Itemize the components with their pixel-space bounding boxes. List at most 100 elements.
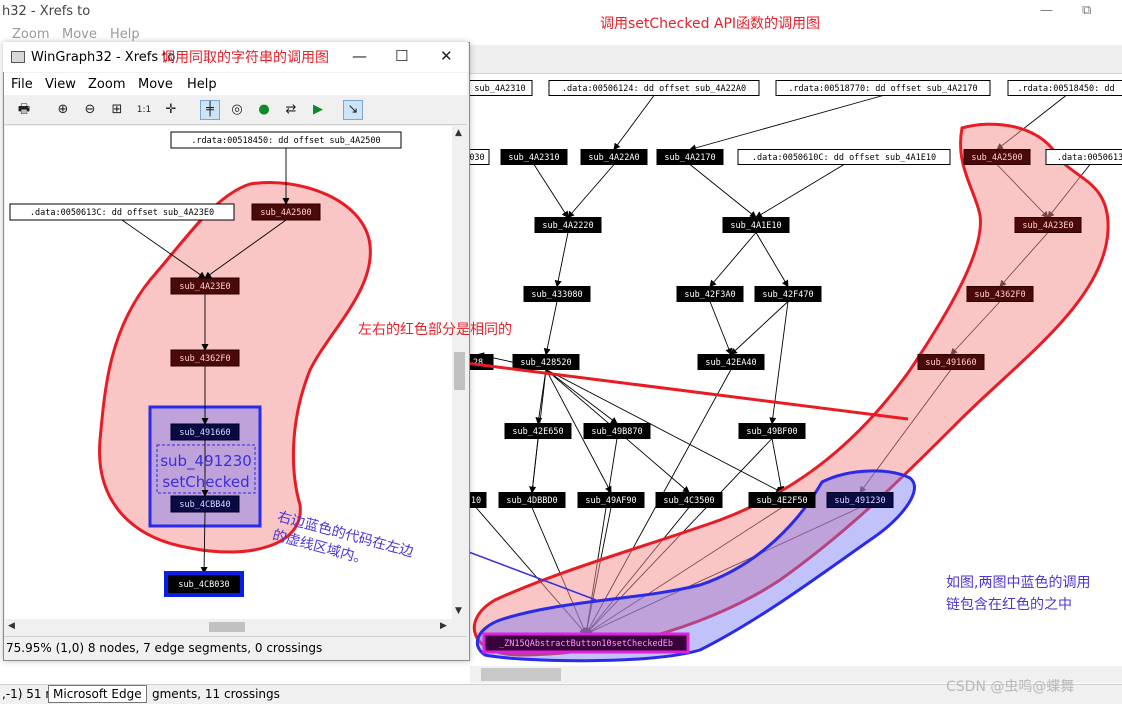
watermark: CSDN @虫鸣@蝶舞 (946, 679, 1075, 695)
graph-node[interactable]: sub_428520 (512, 354, 580, 370)
graph-node[interactable]: sub_4CB030 (164, 571, 244, 597)
graph-node[interactable]: .rdata:00518770: dd offset sub_4A2170 (775, 80, 991, 96)
node-icon[interactable]: ● (254, 100, 274, 120)
graph-edge (613, 95, 655, 151)
pointer-icon[interactable]: ↘ (343, 100, 363, 120)
graph-edge (554, 232, 569, 288)
edge-icon[interactable]: ⇄ (281, 100, 301, 120)
graph-node-label: sub_4A2170 (664, 153, 715, 163)
graph-node-label: .data:00506124: dd offset sub_4A22A0 (562, 84, 746, 94)
graph-node-label: sub_4C3500 (663, 496, 714, 506)
graph-node[interactable]: sub_42F3A0 (676, 286, 744, 302)
scroll-down-icon[interactable]: ▼ (455, 606, 462, 616)
graph-edge (533, 164, 569, 219)
graph-edge (709, 301, 733, 356)
graph-node[interactable]: sub_4A2500 (963, 149, 1031, 165)
graph-node-label: sub_42EA40 (705, 358, 756, 368)
center-icon[interactable]: ✛ (161, 100, 181, 120)
scroll-up-icon[interactable]: ▲ (455, 128, 462, 138)
graph-node-label: sub_42E650 (512, 427, 563, 437)
graph-node-label: 10 (471, 496, 481, 506)
graph-node-label: sub_4362F0 (179, 354, 230, 364)
background-status-right: gments, 11 crossings (152, 687, 280, 701)
graph-node[interactable]: sub_4A2220 (534, 217, 602, 233)
graph-node-label: sub_4A2220 (542, 221, 593, 231)
graph-edge (543, 301, 558, 356)
graph-edge (689, 164, 757, 219)
graph-node[interactable]: sub_49AF90 (577, 492, 645, 508)
dialog-hscroll-thumb[interactable] (209, 622, 245, 632)
dialog-vscroll-thumb[interactable] (454, 352, 465, 390)
graph-node[interactable]: sub_4A22A0 (580, 149, 648, 165)
graph-node[interactable]: sub_433080 (523, 286, 591, 302)
dialog-close-button[interactable]: ✕ (440, 47, 453, 65)
scroll-left-icon[interactable]: ◀ (8, 621, 15, 631)
annotation-right-title: 调用setChecked API函数的调用图 (600, 16, 821, 32)
graph-node-label: 030 (469, 153, 484, 163)
graph-node[interactable]: .data:0050610C: dd offset sub_4A1E10 (737, 149, 951, 165)
graph-edge (730, 301, 789, 356)
graph-node[interactable]: sub_4A2500 (251, 203, 321, 221)
graph-node-label: sub_428520 (520, 358, 571, 368)
graph-node[interactable]: .data:00506124: dd offset sub_4A22A0 (548, 80, 760, 96)
graph-node[interactable]: sub_42EA40 (697, 354, 765, 370)
graph-node-label: sub_4362F0 (974, 290, 1025, 300)
graph-node[interactable]: sub_4A2310 (500, 149, 568, 165)
graph-node[interactable]: sub_4A2170 (656, 149, 724, 165)
graph-node[interactable]: sub_49BF00 (738, 423, 806, 439)
graph-edge (709, 232, 757, 288)
graph-edge (529, 438, 539, 494)
graph-node-label: .data:0050610C: dd offset sub_4A1E10 (752, 153, 936, 163)
graph-node[interactable]: sub_4DBBD0 (498, 492, 566, 508)
dialog-maximize-button[interactable]: ☐ (395, 47, 408, 65)
fit-icon[interactable]: ⊞ (107, 100, 127, 120)
print-icon[interactable]: 🖶 (14, 100, 34, 120)
menu-zoom[interactable]: Zoom (88, 77, 125, 92)
graph-node-label: sub_4A23E0 (179, 282, 230, 292)
graph-node[interactable]: sub_4C3500 (655, 492, 723, 508)
graph-node[interactable]: .data:0050613C: dd offset sub_4A23E0 (9, 203, 235, 221)
graph-node[interactable]: sub_4A23E0 (1014, 217, 1082, 233)
graph-node[interactable]: .rdata:00518450: dd offset sub_4A2500 (170, 131, 402, 149)
graph-node-label: sub_491230 (834, 496, 885, 506)
graph-node[interactable]: sub_4CBB40 (170, 495, 240, 513)
annotation-figure-note: 如图,两图中蓝色的调用 链包含在红色的之中 (946, 572, 1090, 616)
graph-node[interactable]: sub_4A2310 (467, 80, 533, 96)
graph-edge (567, 164, 615, 219)
graph-node[interactable]: sub_4E2F50 (748, 492, 816, 508)
annotation-figure-note-line1: 如图,两图中蓝色的调用 (946, 575, 1091, 591)
graph-node-label: sub_4CBB40 (179, 500, 230, 510)
graph-node[interactable]: sub_491660 (917, 354, 985, 370)
menu-help[interactable]: Help (187, 77, 217, 92)
zoom-100-icon[interactable]: 1:1 (134, 100, 154, 120)
scroll-right-icon[interactable]: ▶ (440, 621, 447, 631)
menu-move[interactable]: Move (138, 77, 173, 92)
zoom-in-icon[interactable]: ⊕ (53, 100, 73, 120)
menu-view[interactable]: View (45, 77, 76, 92)
background-scroll-thumb[interactable] (481, 668, 561, 681)
graph-edge (755, 164, 845, 219)
graph-node[interactable]: sub_491660 (170, 423, 240, 441)
annotation-figure-note-line2: 链包含在红色的之中 (946, 597, 1072, 613)
zoom-out-icon[interactable]: ⊖ (80, 100, 100, 120)
graph-node-label: sub_4DBBD0 (506, 496, 557, 506)
graph-node-label: sub_4A2310 (508, 153, 559, 163)
graph-node[interactable]: sub_42E650 (504, 423, 572, 439)
graph-node[interactable]: sub_4362F0 (966, 286, 1034, 302)
graph-node[interactable]: .rdata:00518450: dd (1007, 80, 1122, 96)
graph-node[interactable]: sub_49B870 (583, 423, 651, 439)
graph-node[interactable]: sub_4362F0 (170, 349, 240, 367)
graph-node[interactable]: sub_42F470 (754, 286, 822, 302)
graph-icon[interactable]: ◎ (227, 100, 247, 120)
dashed-box-line1: sub_491230 (160, 452, 252, 471)
dialog-minimize-button[interactable]: — (352, 47, 367, 65)
layout-icon[interactable]: ╪ (200, 100, 220, 120)
graph-node[interactable]: sub_4A1E10 (722, 217, 790, 233)
graph-node-label: sub_49BF00 (746, 427, 797, 437)
graph-node[interactable]: sub_4A23E0 (170, 277, 240, 295)
graph-node[interactable]: .data:0050613 (1045, 149, 1122, 165)
menu-file[interactable]: File (11, 77, 33, 92)
nav-icon[interactable]: ▶ (308, 100, 328, 120)
graph-node[interactable]: sub_491230 (826, 492, 894, 508)
graph-node[interactable]: _ZN15QAbstractButton10setCheckedEb (482, 632, 690, 654)
